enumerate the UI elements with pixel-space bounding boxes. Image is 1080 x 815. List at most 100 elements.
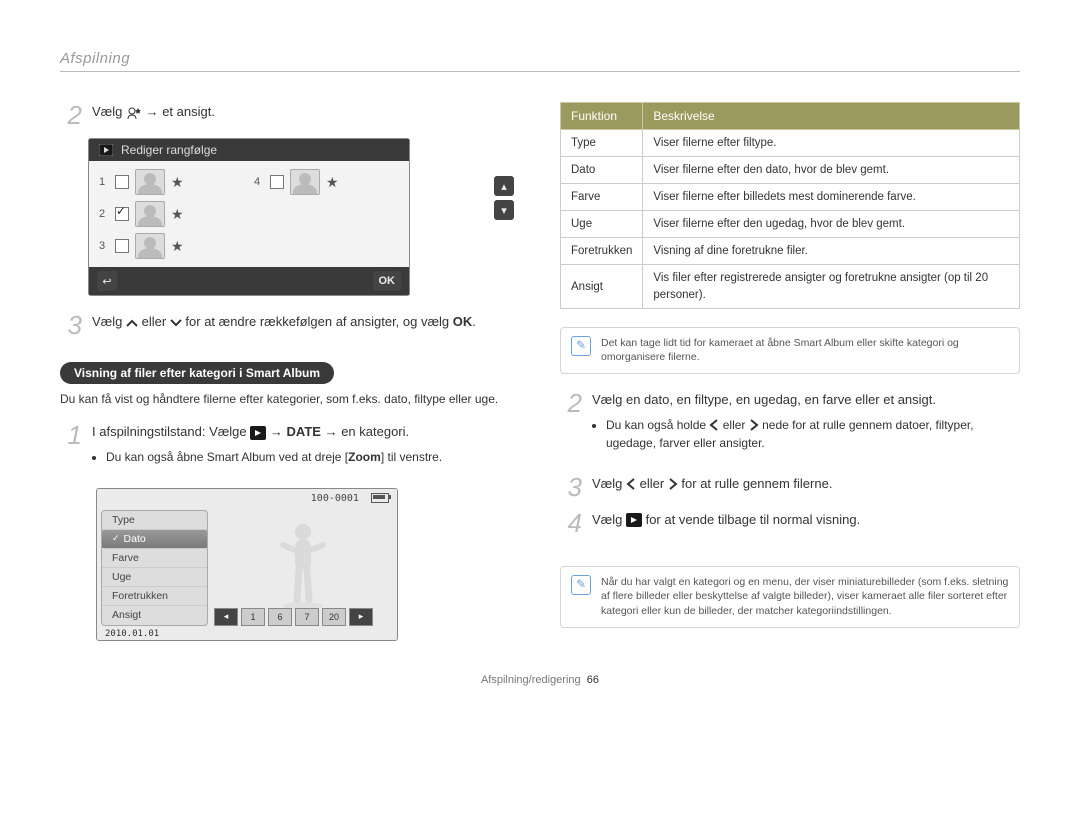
label: for at rulle gennem filerne. — [681, 476, 832, 491]
step-number: 2 — [560, 390, 582, 416]
label: → en kategori. — [325, 424, 410, 439]
step-text: Vælg en dato, en filtype, en ugedag, en … — [592, 390, 1020, 464]
star-icon: ★ — [171, 174, 184, 191]
step-number: 1 — [60, 422, 82, 448]
right-column: Funktion Beskrivelse TypeViser filerne e… — [560, 102, 1020, 644]
cell-value: Vis filer efter registrerede ansigter og… — [643, 265, 1020, 308]
cell-value: Viser filerne efter den ugedag, hvor de … — [643, 211, 1020, 238]
star-icon: ★ — [171, 206, 184, 223]
step-text: Vælg eller for at rulle gennem filerne. — [592, 474, 1020, 494]
face-star-icon — [126, 106, 142, 120]
edit-rank-screenshot: Rediger rangfølge 1 ★ 4 — [60, 138, 520, 296]
step-number: 3 — [60, 312, 82, 338]
info-icon: ✎ — [571, 575, 591, 595]
rank-number: 4 — [254, 176, 264, 188]
thumbnail: 7 — [295, 608, 319, 626]
chevron-right-icon — [668, 478, 678, 490]
smart-album-screenshot: 100-0001 Type ✓Dato Farve Uge Foretrukke… — [96, 488, 398, 641]
star-icon: ★ — [171, 238, 184, 255]
cell-value: Visning af dine foretrukne filer. — [643, 238, 1020, 265]
screenshot-footer: ↩ OK — [89, 267, 409, 295]
list-item: Farve — [102, 549, 207, 568]
screenshot-titlebar: Rediger rangfølge — [89, 139, 409, 161]
thumbnail: 1 — [241, 608, 265, 626]
label: Du kan også åbne Smart Album ved at drej… — [106, 450, 348, 464]
list-item: Ansigt — [102, 606, 207, 624]
subsection-description: Du kan få vist og håndtere filerne efter… — [60, 390, 520, 408]
left-column: 2 Vælg → et ansigt. Rediger rangfølge — [60, 102, 520, 644]
cell-value: Viser filerne efter billedets mest domin… — [643, 184, 1020, 211]
label: for at ændre rækkefølgen af ansigter, og… — [185, 314, 452, 329]
cell-value: Viser filerne efter den dato, hvor de bl… — [643, 157, 1020, 184]
rank-number: 3 — [99, 240, 109, 252]
label: Vælg — [92, 314, 126, 329]
down-arrow-icon: ▾ — [494, 200, 514, 220]
list-item-selected: ✓Dato — [102, 530, 207, 549]
battery-icon — [371, 493, 389, 503]
function-table: Funktion Beskrivelse TypeViser filerne e… — [560, 102, 1020, 309]
rank-number: 1 — [99, 176, 109, 188]
star-icon: ★ — [326, 174, 339, 191]
chevron-left-icon — [626, 478, 636, 490]
label: for at vende tilbage til normal visning. — [646, 512, 861, 527]
table-row: FarveViser filerne efter billedets mest … — [561, 184, 1020, 211]
page-number: 66 — [587, 674, 599, 686]
next-arrow-icon: ▸ — [349, 608, 373, 626]
playback-icon — [250, 426, 266, 440]
thumbnail: 6 — [268, 608, 292, 626]
label: → et ansigt. — [146, 104, 215, 119]
date-icon: DATE — [287, 424, 321, 439]
list-item: Type — [102, 511, 207, 530]
folder-label: 100-0001 — [311, 493, 359, 504]
cell-key: Foretrukken — [561, 238, 643, 265]
note-text: Det kan tage lidt tid for kameraet at åb… — [601, 336, 1009, 365]
table-header-funktion: Funktion — [561, 103, 643, 130]
face-thumbnail — [135, 201, 165, 227]
table-row: TypeViser filerne efter filtype. — [561, 130, 1020, 157]
table-row: AnsigtVis filer efter registrerede ansig… — [561, 265, 1020, 308]
section-header: Afspilning — [60, 50, 1020, 72]
cell-key: Type — [561, 130, 643, 157]
ok-icon: OK — [453, 314, 473, 329]
cell-key: Dato — [561, 157, 643, 184]
rank-row: 4 ★ — [254, 169, 399, 195]
rank-number: 2 — [99, 208, 109, 220]
step-2r: 2 Vælg en dato, en filtype, en ugedag, e… — [560, 390, 1020, 464]
screenshot-title: Rediger rangfølge — [121, 143, 217, 157]
label: eller — [723, 418, 749, 432]
chevron-up-icon — [126, 318, 138, 328]
info-icon: ✎ — [571, 336, 591, 356]
cell-value: Viser filerne efter filtype. — [643, 130, 1020, 157]
label: Vælg en dato, en filtype, en ugedag, en … — [592, 392, 936, 407]
step-text: Vælg eller for at ændre rækkefølgen af a… — [92, 312, 520, 332]
info-note: ✎ Det kan tage lidt tid for kameraet at … — [560, 327, 1020, 374]
step-number: 2 — [60, 102, 82, 128]
label: I afspilningstilstand: Vælge — [92, 424, 250, 439]
category-list: Type ✓Dato Farve Uge Foretrukken Ansigt — [101, 510, 208, 626]
ok-icon: OK — [373, 271, 402, 291]
step-text: Vælg for at vende tilbage til normal vis… — [592, 510, 1020, 530]
face-thumbnail — [135, 233, 165, 259]
back-icon: ↩ — [97, 271, 117, 291]
playback-icon — [626, 513, 642, 527]
rank-row: 2 ★ — [99, 201, 244, 227]
checkbox-checked-icon — [115, 207, 129, 221]
step-1: 1 I afspilningstilstand: Vælge → DATE → … — [60, 422, 520, 478]
list-item: Uge — [102, 568, 207, 587]
thumbnail: 20 — [322, 608, 346, 626]
play-icon — [99, 144, 113, 156]
step-text: I afspilningstilstand: Vælge → DATE → en… — [92, 422, 520, 478]
date-label: 2010.01.01 — [97, 628, 397, 640]
checkbox-icon — [115, 175, 129, 189]
table-header-beskrivelse: Beskrivelse — [643, 103, 1020, 130]
rank-row: 1 ★ — [99, 169, 244, 195]
cell-key: Farve — [561, 184, 643, 211]
list-item: Foretrukken — [102, 587, 207, 606]
step-text: Vælg → et ansigt. — [92, 102, 520, 122]
step-3r: 3 Vælg eller for at rulle gennem filerne… — [560, 474, 1020, 500]
chevron-left-icon — [709, 419, 719, 431]
up-arrow-icon: ▴ — [494, 176, 514, 196]
note-text: Når du har valgt en kategori og en menu,… — [601, 575, 1009, 619]
bullet-item: Du kan også holde eller nede for at rull… — [606, 416, 1020, 452]
chevron-right-icon — [749, 419, 759, 431]
